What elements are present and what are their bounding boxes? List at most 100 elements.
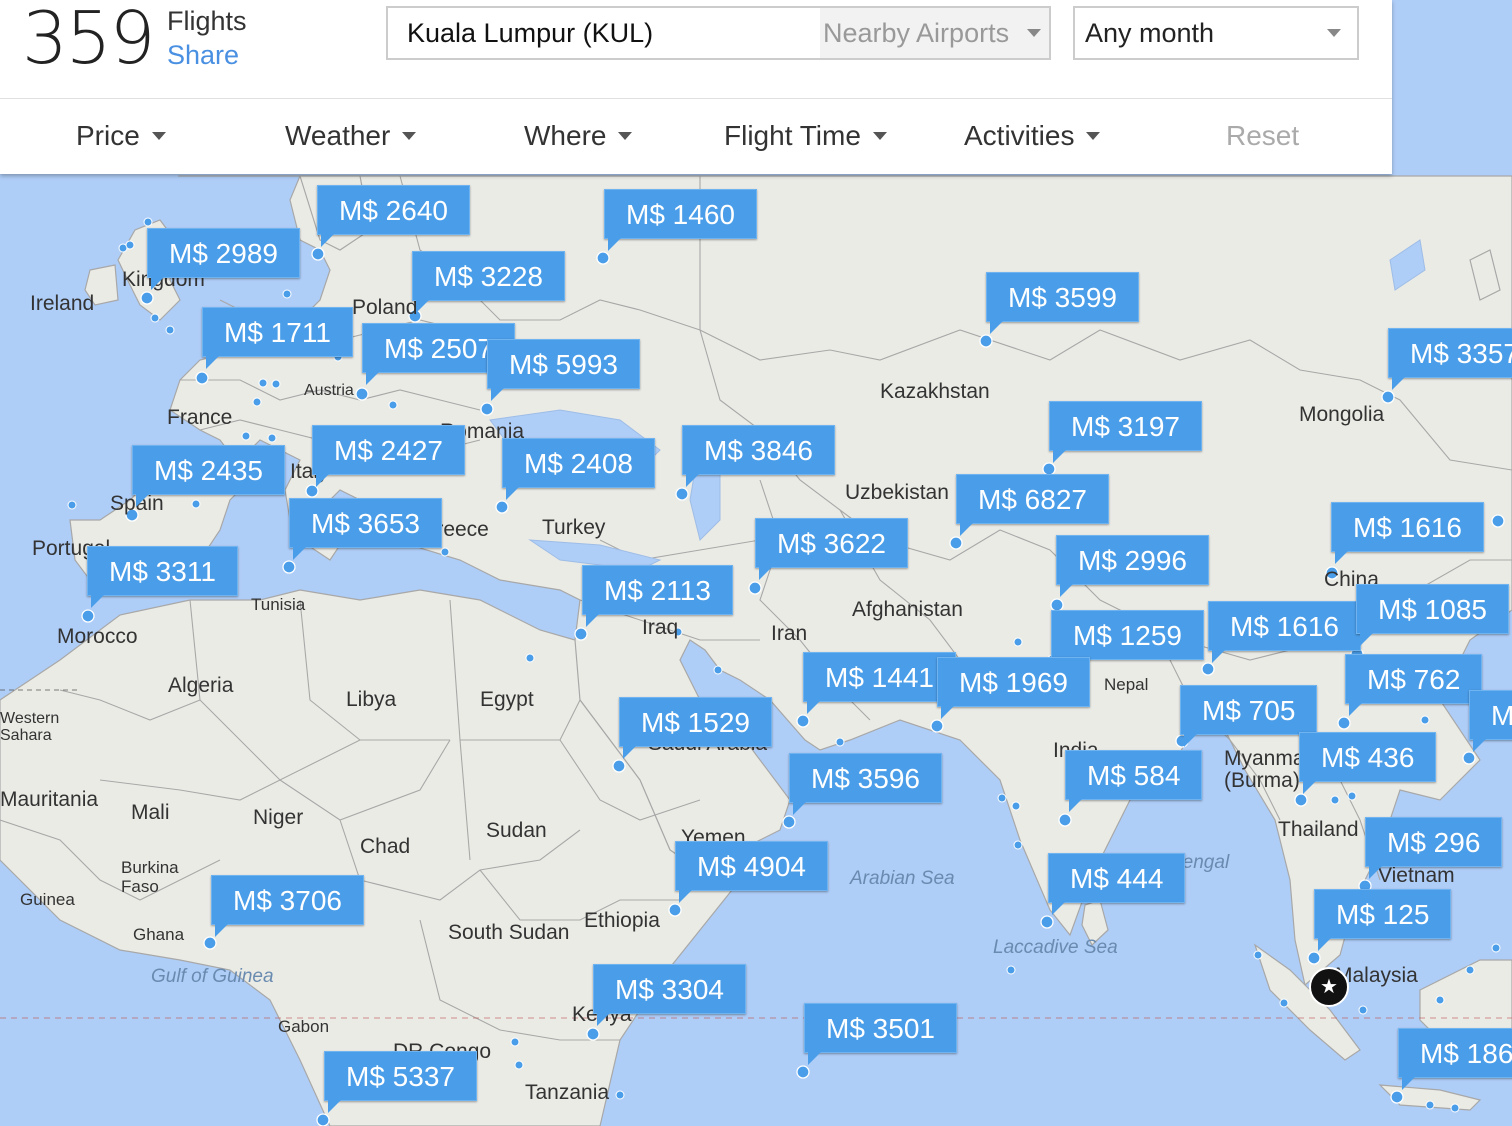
price-pin[interactable]: M$ 1969 <box>937 657 1090 719</box>
airport-dot <box>949 536 963 550</box>
filter-where-label: Where <box>524 120 607 151</box>
price-pin[interactable]: M$ 2996 <box>1056 535 1209 597</box>
price-pin[interactable]: M$ 1616 <box>1208 601 1361 663</box>
country-label: Niger <box>253 806 304 829</box>
country-label: Tanzania <box>525 1081 610 1104</box>
country-label: Uzbekistan <box>845 481 949 504</box>
country-label: Chad <box>360 835 411 858</box>
country-label: France <box>167 406 233 429</box>
country-label: Sudan <box>486 819 547 842</box>
price-pin[interactable]: M$ 1259 <box>1051 610 1204 672</box>
country-label: Egypt <box>480 688 534 711</box>
price-pin[interactable]: M$ 3228 <box>412 251 565 313</box>
airport-dot <box>586 1027 600 1041</box>
price-pin[interactable]: M$ 186 <box>1398 1028 1512 1090</box>
price-pin[interactable]: M$ 1616 <box>1331 502 1484 564</box>
chevron-down-icon <box>402 131 417 140</box>
reset-button[interactable]: Reset <box>1226 120 1299 152</box>
price-pin[interactable]: M$ 762 <box>1345 654 1483 716</box>
airport-dot <box>140 291 154 305</box>
filter-weather[interactable]: Weather <box>285 120 417 152</box>
price-pin[interactable]: M$ 2640 <box>317 185 470 247</box>
price-pin[interactable]: M$ 1711 <box>202 307 353 369</box>
airport-dot <box>668 903 682 917</box>
filter-flight-time[interactable]: Flight Time <box>724 120 887 152</box>
price-pin[interactable]: M$ 2408 <box>502 438 655 500</box>
price-pin[interactable]: M$ 3706 <box>211 875 364 937</box>
airport-dot <box>612 759 626 773</box>
price-pin[interactable]: M$ 584 <box>1065 750 1203 812</box>
sea-label: Laccadive Sea <box>993 937 1118 958</box>
price-pin[interactable]: M$ 2427 <box>312 425 465 487</box>
country-label: Mongolia <box>1299 403 1385 426</box>
airport-dot <box>495 500 509 514</box>
search-bar: 359 Flights Share Nearby Airports Any mo… <box>0 0 1392 99</box>
airport-dot <box>1462 751 1476 765</box>
chevron-down-icon <box>618 131 633 140</box>
chevron-down-icon <box>151 131 166 140</box>
airport-dot <box>930 719 944 733</box>
price-pin[interactable]: M$ <box>1469 690 1512 752</box>
price-pin[interactable]: M$ 5993 <box>487 339 640 401</box>
month-select[interactable]: Any month <box>1073 6 1359 60</box>
price-pin[interactable]: M$ 3653 <box>289 498 442 560</box>
country-label: Mauritania <box>0 788 99 811</box>
airport-dot <box>316 1113 330 1126</box>
price-pin[interactable]: M$ 296 <box>1365 817 1503 879</box>
nearby-airports-label: Nearby Airports <box>823 18 1010 48</box>
price-pin[interactable]: M$ 125 <box>1314 889 1452 951</box>
airport-dot <box>480 402 494 416</box>
price-pin[interactable]: M$ 3846 <box>682 425 835 487</box>
price-pin[interactable]: M$ 1085 <box>1356 584 1509 646</box>
price-pin[interactable]: M$ 3304 <box>593 964 746 1026</box>
airport-dot <box>1337 716 1351 730</box>
price-pin[interactable]: M$ 6827 <box>956 474 1109 536</box>
origin-input[interactable] <box>388 8 818 58</box>
price-pin[interactable]: M$ 705 <box>1180 685 1318 747</box>
airport-dot <box>1201 662 1215 676</box>
country-label: Kazakhstan <box>880 380 990 403</box>
filter-activities-label: Activities <box>964 120 1075 151</box>
price-pin[interactable]: M$ 2989 <box>147 228 300 290</box>
flight-count: 359 <box>22 0 155 80</box>
price-pin[interactable]: M$ 3622 <box>755 518 908 580</box>
filter-price[interactable]: Price <box>76 120 166 152</box>
price-pin[interactable]: M$ 3357 <box>1388 328 1512 390</box>
share-link[interactable]: Share <box>167 40 239 71</box>
price-pin[interactable]: M$ 3599 <box>986 272 1139 334</box>
price-pin[interactable]: M$ 3311 <box>87 546 238 608</box>
price-pin[interactable]: M$ 3197 <box>1049 401 1202 463</box>
price-pin[interactable]: M$ 444 <box>1048 853 1186 915</box>
flights-label: Flights <box>167 6 247 36</box>
price-pin[interactable]: M$ 5337 <box>324 1051 477 1113</box>
airport-dot <box>1307 951 1321 965</box>
country-label: Gabon <box>278 1017 330 1036</box>
price-pin[interactable]: M$ 1529 <box>619 697 772 759</box>
origin-field[interactable]: Nearby Airports <box>386 6 1051 60</box>
airport-dot <box>1294 793 1308 807</box>
price-pin[interactable]: M$ 4904 <box>675 841 828 903</box>
country-label: Turkey <box>542 516 606 539</box>
country-label: Algeria <box>168 674 234 697</box>
price-pin[interactable]: M$ 436 <box>1299 732 1437 794</box>
airport-dot <box>1390 1090 1404 1104</box>
airport-dot <box>574 627 588 641</box>
price-pin[interactable]: M$ 2435 <box>132 445 285 507</box>
nearby-airports-dropdown[interactable]: Nearby Airports <box>820 8 1049 58</box>
home-airport-star-icon[interactable]: ★ <box>1309 967 1349 1007</box>
country-label: Austria <box>304 382 354 399</box>
price-pin[interactable]: M$ 3501 <box>804 1003 957 1065</box>
country-label: Poland <box>352 296 418 319</box>
price-pin[interactable]: M$ 1441 <box>803 652 956 714</box>
price-pin[interactable]: M$ 2113 <box>582 565 733 627</box>
country-label: Morocco <box>57 625 138 648</box>
filter-activities[interactable]: Activities <box>964 120 1101 152</box>
filter-where[interactable]: Where <box>524 120 633 152</box>
price-pin[interactable]: M$ 1460 <box>604 189 757 251</box>
airport-dot <box>1058 813 1072 827</box>
filter-bar: Price Weather Where Flight Time Activiti… <box>0 99 1392 174</box>
airport-dot <box>1491 514 1505 528</box>
country-label: Iran <box>771 622 808 645</box>
price-pin[interactable]: M$ 3596 <box>789 753 942 815</box>
country-label: Vietnam <box>1378 864 1455 887</box>
